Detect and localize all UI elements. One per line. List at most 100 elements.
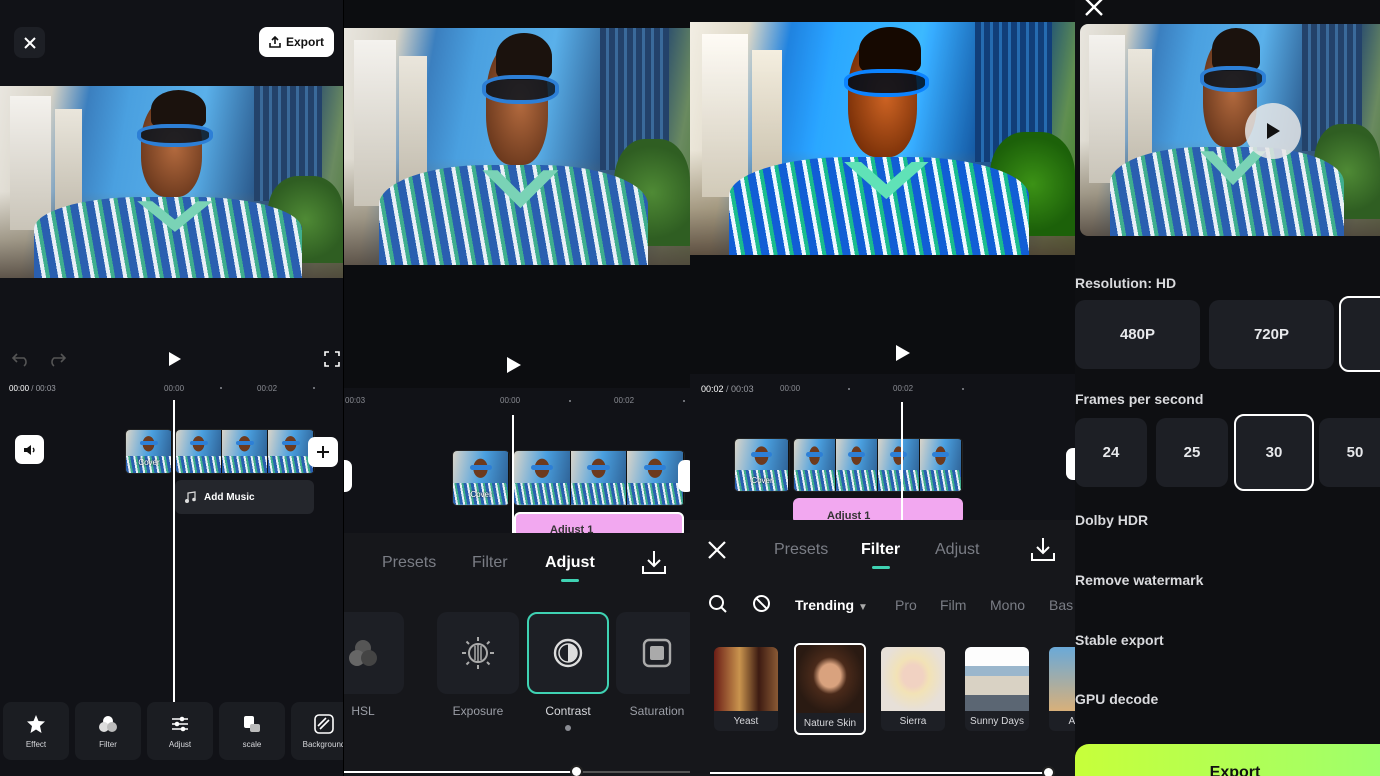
ruler-tick-label: 00:02 xyxy=(257,384,278,393)
tool-filter[interactable]: Filter xyxy=(75,702,141,760)
dolby-hdr-option[interactable]: Dolby HDR xyxy=(1075,512,1148,528)
music-note-icon xyxy=(185,491,196,503)
clip-handle-right[interactable] xyxy=(678,460,690,492)
category-pro[interactable]: Pro xyxy=(895,597,917,613)
adjust-item-hsl[interactable] xyxy=(344,612,404,694)
add-music-button[interactable]: Add Music xyxy=(175,480,314,514)
category-film[interactable]: Film xyxy=(940,597,966,613)
slider-knob[interactable] xyxy=(1042,766,1056,776)
tab-adjust[interactable]: Adjust xyxy=(935,541,979,559)
tab-filter[interactable]: Filter xyxy=(861,541,900,569)
video-clip[interactable] xyxy=(175,429,315,474)
video-preview[interactable] xyxy=(344,28,690,265)
play-icon[interactable] xyxy=(506,356,522,374)
cover-clip[interactable]: Cover xyxy=(452,450,510,506)
category-basic[interactable]: Bas xyxy=(1049,597,1073,613)
exposure-icon xyxy=(462,637,494,669)
close-icon[interactable] xyxy=(708,541,726,559)
resolution-label: Resolution: HD xyxy=(1075,275,1177,291)
category-trending[interactable]: Trending ▼ xyxy=(795,597,868,613)
video-preview[interactable] xyxy=(1080,24,1380,236)
resolution-480p[interactable]: 480P xyxy=(1075,300,1200,369)
add-clip-button[interactable] xyxy=(308,437,338,467)
filter-ai-color[interactable]: AI Co xyxy=(1049,647,1075,731)
play-icon[interactable] xyxy=(895,344,911,362)
video-preview[interactable] xyxy=(690,22,1075,255)
close-button[interactable] xyxy=(14,27,45,58)
playhead[interactable] xyxy=(901,402,903,520)
fullscreen-icon[interactable] xyxy=(324,351,340,367)
export-label: Export xyxy=(285,35,324,49)
saturation-icon xyxy=(642,638,672,668)
adjust-item-contrast[interactable] xyxy=(527,612,609,694)
no-filter-icon[interactable] xyxy=(752,594,771,613)
play-button[interactable] xyxy=(1245,103,1301,159)
stable-export-option[interactable]: Stable export xyxy=(1075,632,1164,648)
category-mono[interactable]: Mono xyxy=(990,597,1025,613)
tool-effect[interactable]: Effect xyxy=(3,702,69,760)
playhead[interactable] xyxy=(512,415,514,533)
filter-yeast[interactable]: Yeast xyxy=(714,647,778,731)
export-button[interactable]: Export xyxy=(1075,744,1380,776)
filter-sunny-days[interactable]: Sunny Days xyxy=(965,647,1029,731)
timecode: 00:02 / 00:03 xyxy=(701,384,754,394)
tool-background[interactable]: Background xyxy=(291,702,343,760)
clip-handle-right[interactable] xyxy=(1066,448,1075,480)
tab-filter[interactable]: Filter xyxy=(472,554,508,572)
fps-25[interactable]: 25 xyxy=(1156,418,1228,487)
cover-label: Cover xyxy=(751,476,773,485)
tab-presets[interactable]: Presets xyxy=(774,541,828,559)
filter-nature-skin[interactable]: Nature Skin xyxy=(794,643,866,735)
adjust-panel: 00:03 00:00 00:02 Cover Adjust 1 Presets… xyxy=(344,0,690,776)
tool-adjust[interactable]: Adjust xyxy=(147,702,213,760)
ruler-tick-label: 00:02 xyxy=(893,384,914,393)
filter-panel: 00:02 / 00:03 00:00 00:02 Cover Adjust 1… xyxy=(690,0,1075,776)
video-preview[interactable] xyxy=(0,86,343,278)
slider-knob[interactable] xyxy=(569,765,583,776)
close-icon[interactable] xyxy=(1085,0,1103,16)
sliders-icon xyxy=(172,716,188,731)
resolution-720p[interactable]: 720P xyxy=(1209,300,1334,369)
adjust-item-label: Contrast xyxy=(545,704,591,718)
scale-icon xyxy=(244,715,260,732)
clip-handle-left[interactable] xyxy=(344,460,352,492)
close-icon xyxy=(23,36,36,49)
export-button[interactable]: Export xyxy=(259,27,334,57)
remove-watermark-option[interactable]: Remove watermark xyxy=(1075,572,1203,588)
fps-label: Frames per second xyxy=(1075,391,1204,407)
play-icon[interactable] xyxy=(168,351,182,367)
adjust-item-label: HSL xyxy=(351,704,375,718)
video-clip[interactable] xyxy=(793,438,963,492)
cover-clip[interactable]: Cover xyxy=(734,438,790,492)
tab-adjust[interactable]: Adjust xyxy=(545,554,595,582)
contrast-icon xyxy=(553,638,583,668)
speaker-icon xyxy=(23,444,35,455)
mute-audio-button[interactable] xyxy=(15,435,44,464)
playhead[interactable] xyxy=(173,400,175,702)
redo-icon[interactable] xyxy=(48,351,66,367)
search-icon[interactable] xyxy=(708,594,728,614)
download-icon[interactable] xyxy=(641,549,667,575)
adjust-item-label: Exposure xyxy=(452,704,504,718)
cover-label: Cover xyxy=(138,458,160,467)
download-icon[interactable] xyxy=(1030,536,1056,562)
undo-icon[interactable] xyxy=(12,351,30,367)
effect-icon xyxy=(27,714,45,733)
fps-24[interactable]: 24 xyxy=(1075,418,1147,487)
tab-presets[interactable]: Presets xyxy=(382,554,436,572)
tool-scale[interactable]: scale xyxy=(219,702,285,760)
adjust-item-exposure[interactable] xyxy=(437,612,519,694)
plus-icon xyxy=(317,446,329,458)
gpu-decode-option[interactable]: GPU decode xyxy=(1075,691,1158,707)
filter-sierra[interactable]: Sierra xyxy=(881,647,945,731)
fps-30[interactable]: 30 xyxy=(1234,414,1314,491)
resolution-1080p[interactable] xyxy=(1339,296,1380,372)
adjust-item-saturation[interactable] xyxy=(616,612,690,694)
ruler-tick-label: 00:02 xyxy=(614,396,635,405)
cover-clip[interactable]: Cover xyxy=(125,429,173,474)
upload-icon xyxy=(269,36,281,48)
video-clip[interactable] xyxy=(513,450,685,506)
add-music-label: Add Music xyxy=(204,491,255,503)
adjust-item-label: Saturation xyxy=(629,704,685,718)
fps-50[interactable]: 50 xyxy=(1319,418,1380,487)
